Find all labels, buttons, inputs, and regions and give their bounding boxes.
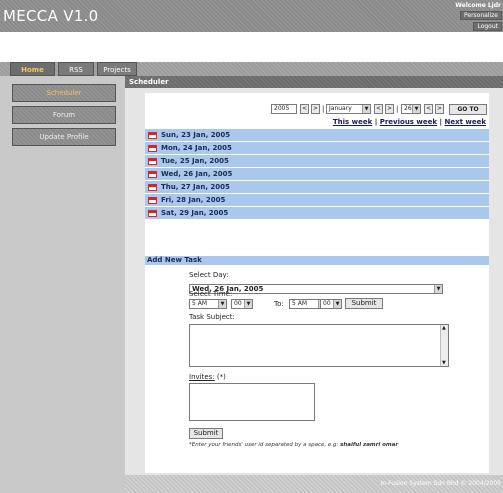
day-label: Tue, 25 Jan, 2005	[161, 157, 229, 165]
to-label: To:	[274, 300, 284, 308]
day-row-wed[interactable]: Wed, 26 Jan, 2005	[145, 168, 489, 181]
sidebar: Scheduler Forum Update Profile	[0, 76, 125, 493]
year-prev-button[interactable]: <	[300, 104, 309, 114]
select-time-label: Select Time:	[189, 290, 233, 298]
task-subject-label: Task Subject:	[189, 313, 235, 321]
tab-rss[interactable]: RSS	[58, 62, 94, 76]
day-prev-button[interactable]: <	[424, 104, 433, 114]
day-value: 26	[404, 105, 412, 112]
day-next-button[interactable]: >	[435, 104, 444, 114]
invites-label: Invites: (*)	[189, 373, 226, 381]
chevron-down-icon: ▼	[244, 300, 252, 308]
day-row-sat[interactable]: Sat, 29 Jan, 2005	[145, 207, 489, 220]
select-day-label: Select Day:	[189, 271, 229, 279]
day-row-thu[interactable]: Thu, 27 Jan, 2005	[145, 181, 489, 194]
from-minute-select[interactable]: 00 ▼	[231, 299, 253, 309]
year-next-button[interactable]: >	[311, 104, 320, 114]
day-label: Fri, 28 Jan, 2005	[161, 196, 226, 204]
footer-copyright: In-Fusion System Sdn Bhd © 2004/2005	[380, 480, 501, 487]
chevron-down-icon: ▼	[434, 285, 442, 293]
sidebar-item-update-profile[interactable]: Update Profile	[12, 128, 116, 146]
task-submit-button[interactable]: Submit	[189, 428, 223, 439]
day-label: Sun, 23 Jan, 2005	[161, 131, 231, 139]
tab-bar: Home RSS Projects	[0, 62, 503, 76]
goto-button[interactable]: GO TO	[449, 104, 487, 115]
this-week-link[interactable]: This week	[333, 118, 372, 126]
tab-projects[interactable]: Projects	[97, 62, 137, 76]
add-task-title: Add New Task	[147, 256, 202, 264]
header-spacer	[0, 32, 503, 62]
previous-week-link[interactable]: Previous week	[380, 118, 437, 126]
add-task-form: Select Day: Wed, 26 Jan, 2005 ▼ Select T…	[145, 265, 489, 448]
day-label: Wed, 26 Jan, 2005	[161, 170, 233, 178]
day-label: Mon, 24 Jan, 2005	[161, 144, 232, 152]
nav-separator: |	[396, 105, 399, 113]
month-next-button[interactable]: >	[385, 104, 394, 114]
calendar-icon	[148, 171, 157, 178]
to-hour-value: 5 AM	[292, 300, 308, 307]
calendar-icon	[148, 158, 157, 165]
app-title: MECCA V1.0	[3, 7, 99, 25]
chevron-down-icon: ▼	[218, 300, 226, 308]
chevron-down-icon: ▼	[362, 105, 370, 113]
month-select[interactable]: January ▼	[326, 104, 371, 114]
week-links: This week | Previous week | Next week	[333, 118, 486, 126]
invites-link[interactable]: Invites:	[189, 373, 215, 381]
tab-home[interactable]: Home	[10, 62, 55, 76]
calendar-icon	[148, 184, 157, 191]
from-hour-value: 5 AM	[192, 300, 208, 307]
scrollbar[interactable]	[440, 325, 448, 366]
day-row-fri[interactable]: Fri, 28 Jan, 2005	[145, 194, 489, 207]
calendar-icon	[148, 210, 157, 217]
add-task-header: Add New Task	[145, 256, 489, 265]
hint-example: shaiful zamri omar	[340, 442, 399, 448]
year-select[interactable]: 2005	[271, 104, 297, 114]
sidebar-item-forum[interactable]: Forum	[12, 106, 116, 124]
logout-button[interactable]: Logout	[473, 22, 502, 31]
day-list: Sun, 23 Jan, 2005 Mon, 24 Jan, 2005 Tue,…	[145, 129, 489, 220]
day-row-tue[interactable]: Tue, 25 Jan, 2005	[145, 155, 489, 168]
next-week-link[interactable]: Next week	[444, 118, 486, 126]
main-title-bar: Scheduler	[125, 76, 503, 88]
day-label: Thu, 27 Jan, 2005	[161, 183, 230, 191]
to-minute-select[interactable]: 00 ▼	[320, 299, 342, 309]
month-prev-button[interactable]: <	[374, 104, 383, 114]
calendar-icon	[148, 145, 157, 152]
scheduler-content: 2005 < > | January ▼ < > | 26 ▼ < > GO T…	[145, 93, 489, 473]
invites-hint: *Enter your friends' user id separated b…	[189, 442, 398, 448]
required-marker: (*)	[216, 373, 226, 381]
invites-textarea[interactable]	[189, 383, 315, 421]
from-minute-value: 00	[234, 300, 242, 307]
page-title: Scheduler	[129, 78, 169, 86]
link-separator: |	[372, 118, 380, 126]
hint-text: *Enter your friends' user id separated b…	[189, 442, 341, 448]
footer: In-Fusion System Sdn Bhd © 2004/2005	[125, 475, 503, 493]
day-row-sun[interactable]: Sun, 23 Jan, 2005	[145, 129, 489, 142]
calendar-icon	[148, 197, 157, 204]
main-panel: Scheduler 2005 < > | January ▼ < > | 26 …	[125, 76, 503, 493]
task-subject-textarea[interactable]	[189, 324, 449, 367]
day-select[interactable]: 26 ▼	[401, 104, 421, 114]
app-header: MECCA V1.0 Welcome Ljdr Personalize Logo…	[0, 0, 503, 32]
month-value: January	[329, 105, 352, 112]
from-hour-select[interactable]: 5 AM ▼	[189, 299, 227, 309]
nav-separator: |	[322, 105, 325, 113]
day-row-mon[interactable]: Mon, 24 Jan, 2005	[145, 142, 489, 155]
chevron-down-icon: ▼	[412, 105, 420, 113]
to-minute-value: 00	[323, 300, 331, 307]
welcome-text: Welcome Ljdr	[455, 2, 501, 9]
chevron-down-icon: ▼	[333, 300, 341, 308]
day-label: Sat, 29 Jan, 2005	[161, 209, 229, 217]
time-submit-button[interactable]: Submit	[345, 298, 383, 309]
year-value: 2005	[274, 105, 290, 112]
sidebar-item-scheduler[interactable]: Scheduler	[12, 84, 116, 102]
personalize-button[interactable]: Personalize	[459, 11, 502, 20]
calendar-icon	[148, 132, 157, 139]
